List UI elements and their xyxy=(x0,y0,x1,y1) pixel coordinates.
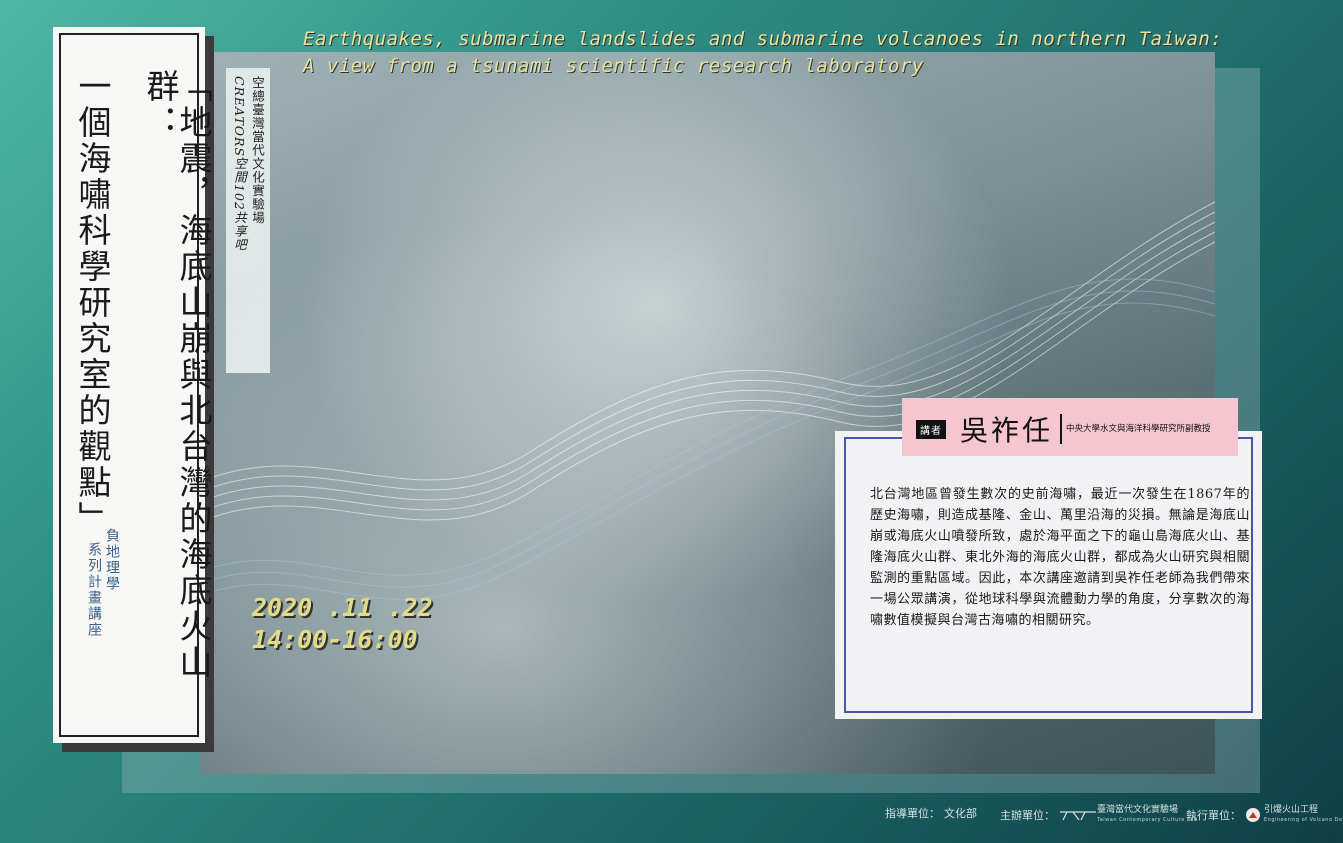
venue-box: 空總臺灣當代文化實驗場 CREATORS空間102共享吧 xyxy=(226,68,270,373)
series-line-2: 系列計畫講座 xyxy=(86,542,102,638)
volcano-logo-icon xyxy=(1246,808,1260,822)
english-title-line-2: A view from a tsunami scientific researc… xyxy=(303,55,924,77)
exec-label: 執行單位： xyxy=(1186,809,1241,822)
host-name-sub: Taiwan Contemporary Culture Lab xyxy=(1097,817,1198,823)
english-title: Earthquakes, submarine landslides and su… xyxy=(303,26,1222,80)
venue-line-1: 空總臺灣當代文化實驗場 xyxy=(250,76,265,225)
footer-advisor: 指導單位： 文化部 xyxy=(885,805,983,821)
main-title-line-1: 「地震，海底山崩與北台灣的海底火山群： xyxy=(141,69,213,681)
title-card-frame: 「地震，海底山崩與北台灣的海底火山群： 一個海嘯科學研究室的觀點」 xyxy=(59,33,213,737)
event-time: 14:00-16:00 xyxy=(252,625,418,654)
title-card: 「地震，海底山崩與北台灣的海底火山群： 一個海嘯科學研究室的觀點」 xyxy=(53,27,213,743)
english-title-line-1: Earthquakes, submarine landslides and su… xyxy=(303,28,1223,50)
exec-logo-text: 引爆火山工程 Engineering of Volcano Detonating xyxy=(1264,805,1343,825)
venue-line-2: CREATORS空間102共享吧 xyxy=(232,76,247,252)
host-logo-text: 臺灣當代文化實驗場 Taiwan Contemporary Culture La… xyxy=(1097,805,1198,825)
event-date: 2020 .11 .22 xyxy=(252,593,433,622)
speaker-tag: 講者 xyxy=(916,420,946,439)
main-title-line-2: 一個海嘯科學研究室的觀點」 xyxy=(73,69,112,537)
series-line-1: 負地理學 xyxy=(104,528,120,592)
footer-host: 主辦單位： 臺灣當代文化實驗場 Taiwan Contemporary Cult… xyxy=(1000,805,1198,825)
event-datetime: 2020 .11 .22 14:00-16:00 xyxy=(252,592,433,656)
description-text: 北台灣地區曾發生數次的史前海嘯，最近一次發生在1867年的歷史海嘯，則造成基隆、… xyxy=(870,487,1250,628)
description-box: 北台灣地區曾發生數次的史前海嘯，最近一次發生在1867年的歷史海嘯，則造成基隆、… xyxy=(835,431,1262,719)
host-label: 主辦單位： xyxy=(1000,809,1055,822)
footer-exec: 執行單位： 引爆火山工程 Engineering of Volcano Deto… xyxy=(1186,805,1343,825)
speaker-name: 吳祚任 xyxy=(960,414,1054,447)
advisor-label: 指導單位： xyxy=(885,807,940,820)
exec-name-sub: Engineering of Volcano Detonating xyxy=(1264,817,1343,823)
speaker-title: 中央大學水文與海洋科學研究所副教授 xyxy=(1066,424,1211,434)
host-name: 臺灣當代文化實驗場 xyxy=(1097,805,1179,815)
host-logo-icon xyxy=(1060,811,1096,821)
advisor-value: 文化部 xyxy=(944,807,977,820)
exec-name: 引爆火山工程 xyxy=(1264,805,1319,815)
speaker-bar: 講者 吳祚任 中央大學水文與海洋科學研究所副教授 xyxy=(902,398,1238,456)
speaker-separator xyxy=(1060,414,1062,444)
